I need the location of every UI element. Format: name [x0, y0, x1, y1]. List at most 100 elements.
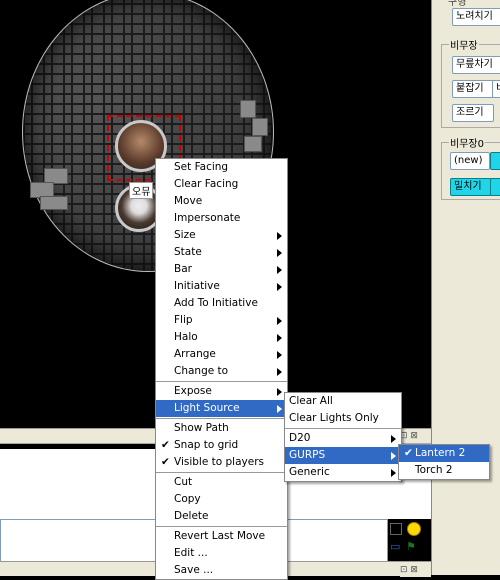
menu-separator: [156, 381, 287, 382]
menu-item-show-path[interactable]: Show Path: [156, 420, 287, 437]
menu-item-delete[interactable]: Delete: [156, 508, 287, 525]
menu-item-clear-all[interactable]: Clear All: [285, 393, 401, 410]
menu-item-copy[interactable]: Copy: [156, 491, 287, 508]
menu-separator: [156, 526, 287, 527]
sidebar-button-partial[interactable]: 비: [492, 80, 500, 98]
menu-item-edit[interactable]: Edit ...: [156, 545, 287, 562]
sidebar-button-cyan-partial[interactable]: [490, 152, 500, 170]
menu-item-label: Lantern 2: [415, 447, 466, 459]
menu-item-label: Set Facing: [174, 161, 229, 173]
sidebar-button-choke[interactable]: 조르기: [452, 104, 494, 122]
menu-item-label: Show Path: [174, 422, 229, 434]
square-color-icon[interactable]: [390, 523, 402, 535]
menu-separator: [156, 418, 287, 419]
menu-item-label: Cut: [174, 476, 193, 488]
menu-item-label: Save ...: [174, 564, 214, 576]
menu-item-generic[interactable]: Generic: [285, 464, 401, 481]
menu-item-snap-to-grid[interactable]: ✔ Snap to grid: [156, 437, 287, 454]
smiley-icon[interactable]: [407, 522, 421, 536]
sidebar-button-new[interactable]: (new): [450, 152, 490, 170]
checkmark-icon: ✔: [404, 447, 413, 459]
menu-item-change-to[interactable]: Change to: [156, 363, 287, 380]
submenu-arrow-icon: [277, 388, 282, 396]
menu-item-label: Halo: [174, 331, 198, 343]
menu-item-label: GURPS: [289, 449, 326, 461]
menu-item-halo[interactable]: Halo: [156, 329, 287, 346]
menu-item-size[interactable]: Size: [156, 227, 287, 244]
token-name-label: 오뮤: [129, 182, 154, 199]
sidebar-group-label: 비무장: [449, 37, 479, 52]
menu-item-label: D20: [289, 432, 311, 444]
submenu-arrow-icon: [277, 351, 282, 359]
menu-item-label: Initiative: [174, 280, 220, 292]
submenu-arrow-icon: [277, 405, 282, 413]
menu-item-label: Bar: [174, 263, 192, 275]
menu-separator: [285, 428, 401, 429]
menu-item-label: Generic: [289, 466, 330, 478]
sidebar-button-top[interactable]: 노려치기: [452, 8, 500, 26]
wall-stone: [40, 196, 68, 210]
menu-item-label: Delete: [174, 510, 209, 522]
submenu-arrow-icon: [277, 249, 282, 257]
panel-controls[interactable]: ⊡ ⊠: [400, 429, 431, 443]
menu-item-label: Arrange: [174, 348, 216, 360]
menu-item-torch-2[interactable]: Torch 2: [399, 462, 489, 479]
sidebar-group-label-2: 비무장0: [449, 135, 485, 150]
sidebar-button-cyan-partial-2[interactable]: [490, 178, 500, 196]
menu-item-visible-to-players[interactable]: ✔ Visible to players: [156, 454, 287, 471]
submenu-arrow-icon: [277, 266, 282, 274]
submenu-arrow-icon: [391, 452, 396, 460]
menu-item-label: Clear Facing: [174, 178, 239, 190]
wall-stone: [252, 118, 268, 136]
sidebar-button-push[interactable]: 밀치기: [450, 178, 492, 196]
menu-item-save[interactable]: Save ...: [156, 562, 287, 579]
menu-item-set-facing[interactable]: Set Facing: [156, 159, 287, 176]
menu-item-label: Impersonate: [174, 212, 241, 224]
menu-item-cut[interactable]: Cut: [156, 474, 287, 491]
menu-item-label: Clear All: [289, 395, 333, 407]
menu-item-label: State: [174, 246, 202, 258]
submenu-arrow-icon: [277, 232, 282, 240]
menu-item-label: Change to: [174, 365, 229, 377]
menu-item-clear-facing[interactable]: Clear Facing: [156, 176, 287, 193]
menu-item-move[interactable]: Move: [156, 193, 287, 210]
menu-item-label: Visible to players: [174, 456, 264, 468]
menu-item-label: Clear Lights Only: [289, 412, 379, 424]
menu-item-arrange[interactable]: Arrange: [156, 346, 287, 363]
flag-icon[interactable]: ⚑: [406, 540, 416, 553]
submenu-arrow-icon: [391, 435, 396, 443]
menu-item-impersonate[interactable]: Impersonate: [156, 210, 287, 227]
menu-item-initiative[interactable]: Initiative: [156, 278, 287, 295]
light-source-submenu: Clear All Clear Lights Only D20 GURPS Ge…: [284, 392, 402, 482]
checkmark-icon: ✔: [161, 456, 170, 468]
menu-item-expose[interactable]: Expose: [156, 383, 287, 400]
submenu-arrow-icon: [277, 334, 282, 342]
menu-item-label: Snap to grid: [174, 439, 239, 451]
menu-item-label: Move: [174, 195, 203, 207]
menu-item-light-source[interactable]: Light Source: [156, 400, 287, 417]
menu-item-bar[interactable]: Bar: [156, 261, 287, 278]
menu-item-label: Expose: [174, 385, 212, 397]
menu-item-d20[interactable]: D20: [285, 430, 401, 447]
menu-item-state[interactable]: State: [156, 244, 287, 261]
menu-item-add-to-initiative[interactable]: Add To Initiative: [156, 295, 287, 312]
menu-item-label: Add To Initiative: [174, 297, 258, 309]
chat-bubble-icon[interactable]: ▭: [390, 540, 400, 553]
menu-item-lantern-2[interactable]: ✔ Lantern 2: [399, 445, 489, 462]
menu-item-label: Edit ...: [174, 547, 208, 559]
wall-stone: [240, 100, 256, 118]
submenu-arrow-icon: [277, 283, 282, 291]
menu-item-label: Size: [174, 229, 196, 241]
menu-item-revert-last-move[interactable]: Revert Last Move: [156, 528, 287, 545]
sidebar-button-grab[interactable]: 붙잡기: [452, 80, 494, 98]
menu-item-label: Torch 2: [415, 464, 453, 476]
sidebar-top-label: 구형: [447, 0, 468, 8]
menu-item-gurps[interactable]: GURPS: [285, 447, 401, 464]
checkmark-icon: ✔: [161, 439, 170, 451]
sidebar-button-knee-kick[interactable]: 무릎차기: [452, 56, 500, 74]
menu-item-label: Light Source: [174, 402, 240, 414]
menu-item-clear-lights-only[interactable]: Clear Lights Only: [285, 410, 401, 427]
submenu-arrow-icon: [391, 469, 396, 477]
menu-item-label: Flip: [174, 314, 193, 326]
menu-item-flip[interactable]: Flip: [156, 312, 287, 329]
